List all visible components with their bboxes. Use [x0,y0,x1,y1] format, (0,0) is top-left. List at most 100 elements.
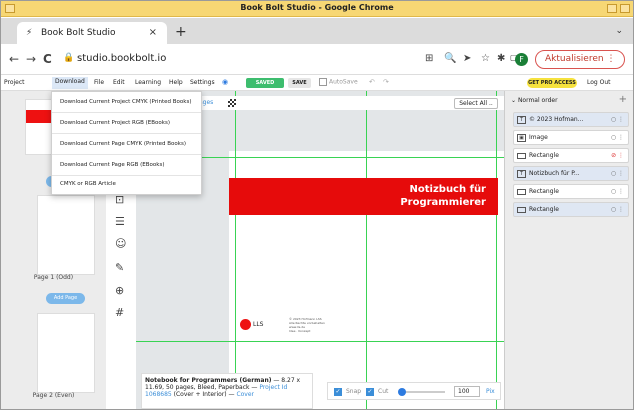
share-icon[interactable]: ➤ [463,53,471,64]
lock-icon[interactable]: 🔒 [63,53,74,63]
page-thumbnail[interactable] [37,313,95,393]
download-project-cmyk[interactable]: Download Current Project CMYK (Printed B… [52,92,201,113]
zoom-icon[interactable]: 🔍 [444,53,456,64]
extensions-icon[interactable]: ✱ [497,53,505,64]
cmyk-rgb-article-link[interactable]: CMYK or RGB Article [52,174,201,195]
save-button[interactable]: SAVE [288,78,311,88]
browser-tab[interactable]: ⚡ Book Bolt Studio × [17,22,167,44]
window-titlebar: Book Bolt Studio - Google Chrome [1,1,633,17]
layer-item[interactable]: Rectangle ○ ⋮ [513,184,629,199]
page-thumbnail[interactable] [37,195,95,275]
layer-actions[interactable]: ○ ⋮ [611,134,624,141]
emoji-tool-icon[interactable]: ☺ [115,237,126,250]
menu-learning[interactable]: Learning [135,79,161,86]
new-tab-icon[interactable]: + [175,24,187,40]
update-label: Aktualisieren [545,54,604,64]
transparency-icon[interactable] [228,99,236,107]
cover-link[interactable]: Cover [236,391,254,398]
forward-icon[interactable]: → [26,52,36,66]
zoom-slider[interactable] [400,391,445,393]
autosave-toggle[interactable]: AutoSave [319,78,358,86]
snap-label: Snap [346,388,362,395]
publisher-logo[interactable]: LLS [240,319,264,330]
layer-item[interactable]: T Notizbuch für P... ○ ⋮ [513,166,629,181]
project-suffix: (Cover + Interior) — [171,391,237,398]
layer-actions[interactable]: ○ ⋮ [611,170,624,177]
canvas-controls: ✓ Snap ✓ Cut 100 Pix [327,382,501,400]
menu-file[interactable]: File [94,79,104,86]
guide-line [496,91,497,409]
download-page-rgb[interactable]: Download Current Page RGB (EBooks) [52,155,201,176]
logo-text: LLS [253,321,264,328]
reload-icon[interactable]: C [43,52,52,66]
menu-edit[interactable]: Edit [113,79,125,86]
zoom-input[interactable]: 100 [454,386,480,397]
layer-item[interactable]: ▣ Image ○ ⋮ [513,130,629,145]
layer-order-select[interactable]: ⌄ Normal order [511,97,558,104]
rectangle-layer-icon [517,189,526,195]
window-title: Book Bolt Studio - Google Chrome [240,3,394,12]
layer-actions[interactable]: ⊘ ⋮ [611,152,624,159]
redo-icon[interactable]: ↷ [383,78,389,86]
logout-link[interactable]: Log Out [587,79,611,86]
menu-project[interactable]: Project [4,79,25,86]
layer-item[interactable]: Rectangle ⊘ ⋮ [513,148,629,163]
tab-strip: ⚡ Book Bolt Studio × + ⌄ [1,18,633,44]
grid-tool-icon[interactable]: # [115,306,124,319]
snap-checkbox[interactable]: ✓ [334,388,342,396]
rectangle-layer-icon [517,153,526,159]
autosave-label: AutoSave [329,78,358,86]
unit-toggle[interactable]: Pix [486,388,495,395]
layer-order-label: Normal order [517,97,558,104]
omnibox-bar: ← → C 🔒 studio.bookbolt.io ⊞ 🔍 ➤ ☆ ✱ ▢ F… [1,44,633,75]
banner-title-line1: Notizbuch für [409,184,486,195]
page-label: Page 1 (Odd) [33,274,74,281]
layer-actions[interactable]: ○ ⋮ [611,116,624,123]
layer-item[interactable]: Rectangle ○ ⋮ [513,202,629,217]
tab-close-icon[interactable]: × [149,27,157,38]
add-layer-icon[interactable]: + [619,94,627,105]
zoom-slider-handle[interactable] [398,388,406,396]
tab-search-icon[interactable]: ⌄ [615,26,623,36]
maximize-button[interactable] [620,4,630,13]
text-layer-icon: T [517,116,526,124]
undo-icon[interactable]: ↶ [369,78,375,86]
url-field[interactable]: studio.bookbolt.io [77,53,166,64]
title-banner[interactable]: Notizbuch für Programmierer [229,178,498,215]
guide-line [235,91,236,409]
add-page-button[interactable]: Add Page [46,293,85,304]
menu-settings[interactable]: Settings [190,79,215,86]
layer-item[interactable]: T © 2023 Hofman... ○ ⋮ [513,112,629,127]
layer-label: Rectangle [529,152,559,159]
bookbolt-favicon-icon: ⚡ [26,28,33,38]
get-pro-button[interactable]: GET PRO ACCESS [527,78,577,88]
banner-title-line2: Programmierer [400,197,486,208]
text-layer-icon: T [517,170,526,178]
bookmark-star-icon[interactable]: ☆ [481,53,490,64]
pattern-tool-icon[interactable]: ☰ [115,215,125,228]
autosave-checkbox[interactable] [319,78,327,86]
menu-download[interactable]: Download [52,77,88,89]
shape-tool-icon[interactable]: ⊕ [115,284,124,297]
layer-actions[interactable]: ○ ⋮ [611,188,624,195]
preview-eye-icon[interactable]: ◉ [222,78,228,86]
imprint-text[interactable]: © 2023 Hofmann LSS Alle Rechte vorbehalt… [289,317,325,333]
guide-line [136,341,504,342]
menu-help[interactable]: Help [169,79,183,86]
layer-label: Rectangle [529,206,559,213]
minimize-button[interactable] [607,4,617,13]
update-button[interactable]: Aktualisieren ⋮ [535,50,625,69]
profile-avatar[interactable]: F [515,53,528,66]
layer-label: Notizbuch für P... [529,170,580,177]
download-page-cmyk[interactable]: Download Current Page CMYK (Printed Book… [52,134,201,155]
image-layer-icon: ▣ [517,134,526,142]
brush-tool-icon[interactable]: ✎ [115,261,124,274]
select-all-button[interactable]: Select All .. [454,98,498,109]
download-project-rgb[interactable]: Download Current Project RGB (EBooks) [52,113,201,134]
layer-actions[interactable]: ○ ⋮ [611,206,624,213]
back-icon[interactable]: ← [9,52,19,66]
cut-checkbox[interactable]: ✓ [366,388,374,396]
layer-label: Image [529,134,548,141]
project-info: Notebook for Programmers (German) — 8.27… [141,373,313,409]
translate-icon[interactable]: ⊞ [425,53,433,64]
